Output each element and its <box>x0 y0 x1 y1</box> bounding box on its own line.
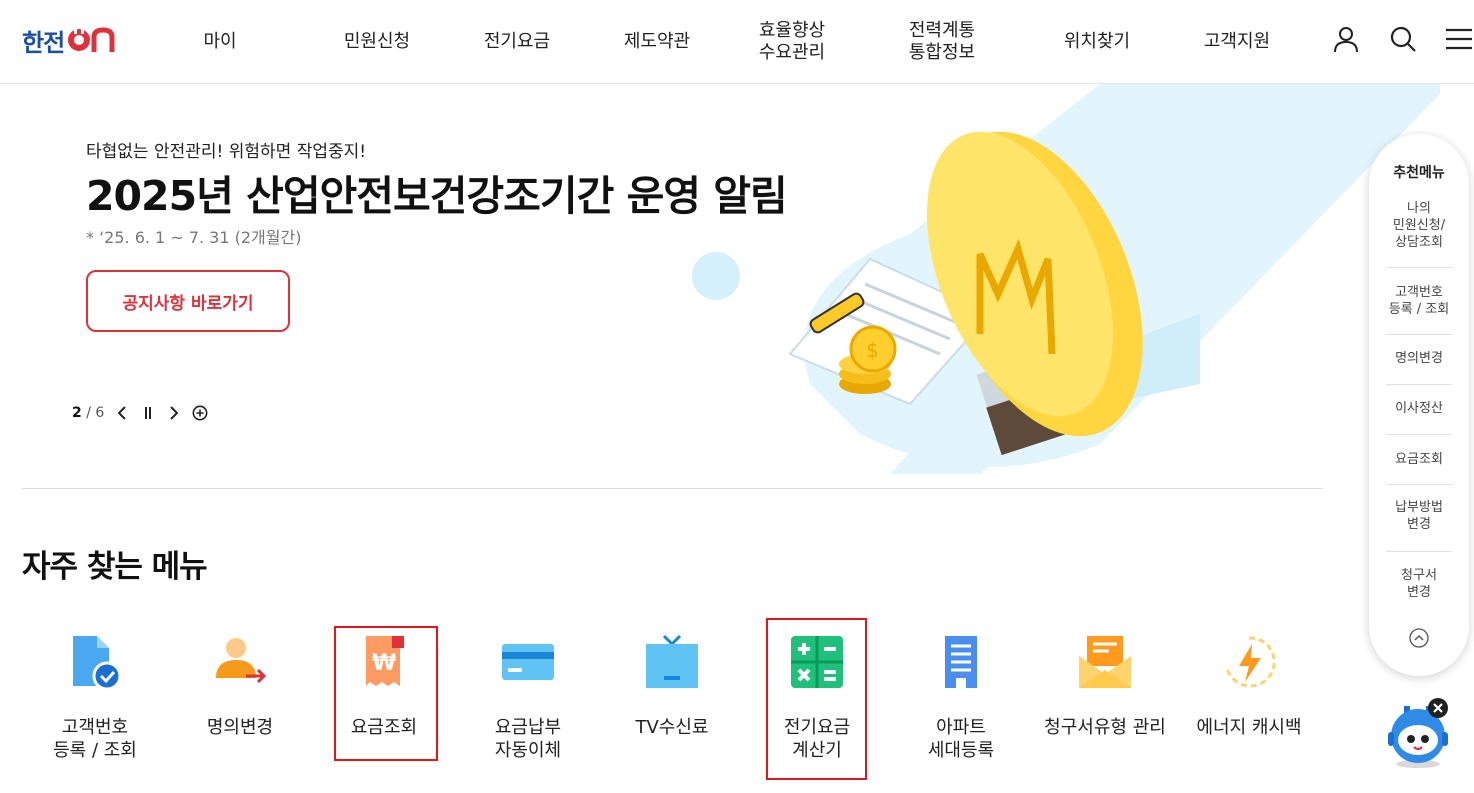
quick-menu-label: 에너지 캐시백 <box>1196 717 1302 738</box>
hero-title: 2025년 산업안전보건강조기간 운영 알림 <box>86 172 788 220</box>
rail-item-move-settlement[interactable]: 이사정산 <box>1386 400 1452 417</box>
hero-pager: 2 / 6 <box>72 402 208 424</box>
quick-menu-apartment[interactable]: 아파트 세대등록 <box>886 630 1036 762</box>
apartment-icon <box>929 630 993 694</box>
pager-total: 6 <box>95 405 105 421</box>
rail-divider <box>1386 384 1452 385</box>
rail-divider <box>1386 484 1452 485</box>
quick-menu-tv-fee[interactable]: TV수신료 <box>597 630 747 739</box>
logo-text: 한전 <box>22 28 65 57</box>
quick-menu-customer-number[interactable]: 고객번호 등록 / 조회 <box>20 630 170 762</box>
nav-grid-info[interactable]: 전력계통 통합정보 <box>895 0 989 84</box>
person-swap-icon <box>208 630 272 694</box>
rail-divider <box>1386 334 1452 335</box>
hero-date: * ‘25. 6. 1 ~ 7. 31 (2개월간) <box>86 228 302 247</box>
rail-divider <box>1386 267 1452 268</box>
pager-count: 2 / 6 <box>72 405 104 421</box>
quick-menu-label: 청구서유형 관리 <box>1044 717 1166 738</box>
tv-icon <box>640 630 704 694</box>
nav-efficiency[interactable]: 효율향상 수요관리 <box>745 0 839 84</box>
nav-location[interactable]: 위치찾기 <box>1050 0 1144 84</box>
pause-icon[interactable] <box>140 403 156 423</box>
pager-current: 2 <box>72 405 82 421</box>
logo-on-mark <box>66 27 118 53</box>
prev-arrow-icon[interactable] <box>114 403 130 423</box>
scroll-top-icon[interactable] <box>1409 628 1429 648</box>
site-header: 한전 마이 민원신청 전기요금 제도약관 효율향상 수요관리 전력계통 통합정보… <box>0 0 1474 84</box>
hero-illustration: $ <box>680 84 1440 474</box>
document-check-icon <box>63 630 127 694</box>
rail-item-payment-method[interactable]: 납부방법 변경 <box>1386 499 1452 533</box>
nav-support[interactable]: 고객지원 <box>1190 0 1284 84</box>
frequent-menu-title: 자주 찾는 메뉴 <box>22 549 208 585</box>
rail-item-my-application[interactable]: 나의 민원신청/ 상담조회 <box>1386 200 1452 251</box>
close-icon[interactable] <box>1428 698 1448 718</box>
hero-subtitle: 타협없는 안전관리! 위험하면 작업중지! <box>86 142 367 162</box>
quick-menu-label: 명의변경 <box>206 717 274 738</box>
rail-divider <box>1386 551 1452 552</box>
quick-menu-auto-pay[interactable]: 요금납부 자동이체 <box>453 630 603 762</box>
quick-menu-bill-type[interactable]: 청구서유형 관리 <box>1030 630 1180 739</box>
user-icon[interactable] <box>1329 22 1363 56</box>
quick-menu-name-change[interactable]: 명의변경 <box>165 630 315 739</box>
section-divider <box>22 488 1323 489</box>
kepco-on-logo[interactable]: 한전 <box>22 24 118 57</box>
next-arrow-icon[interactable] <box>166 403 182 423</box>
quick-menu-energy-cashback[interactable]: 에너지 캐시백 <box>1174 630 1324 739</box>
quick-menu-label: 고객번호 등록 / 조회 <box>53 717 137 761</box>
rail-item-bill-inquiry[interactable]: 요금조회 <box>1386 451 1452 468</box>
svg-text:$: $ <box>866 338 879 362</box>
quick-menu-label: 요금납부 자동이체 <box>494 717 562 761</box>
credit-card-icon <box>496 630 560 694</box>
menu-icon[interactable] <box>1442 22 1474 56</box>
energy-bolt-icon <box>1217 630 1281 694</box>
highlight-box-bill-inquiry <box>334 626 438 761</box>
nav-my[interactable]: 마이 <box>180 0 260 84</box>
pager-separator: / <box>86 405 91 421</box>
nav-civil-application[interactable]: 민원신청 <box>330 0 424 84</box>
rail-divider <box>1386 434 1452 435</box>
nav-electric-bill[interactable]: 전기요금 <box>470 0 564 84</box>
highlight-box-bill-calculator <box>766 618 867 780</box>
rail-title: 추천메뉴 <box>1393 165 1445 181</box>
nav-terms[interactable]: 제도약관 <box>610 0 704 84</box>
notice-link-button[interactable]: 공지사항 바로가기 <box>86 270 290 332</box>
envelope-icon <box>1073 630 1137 694</box>
plus-circle-icon[interactable] <box>192 403 208 423</box>
quick-menu-label: 아파트 세대등록 <box>927 717 995 761</box>
rail-item-name-change[interactable]: 명의변경 <box>1386 350 1452 367</box>
search-icon[interactable] <box>1386 22 1420 56</box>
rail-item-customer-number[interactable]: 고객번호 등록 / 조회 <box>1386 284 1452 318</box>
recommended-menu-rail: 추천메뉴 나의 민원신청/ 상담조회 고객번호 등록 / 조회 명의변경 이사정… <box>1369 134 1469 676</box>
quick-menu-label: TV수신료 <box>635 717 709 738</box>
rail-item-bill-change[interactable]: 청구서 변경 <box>1386 567 1452 601</box>
